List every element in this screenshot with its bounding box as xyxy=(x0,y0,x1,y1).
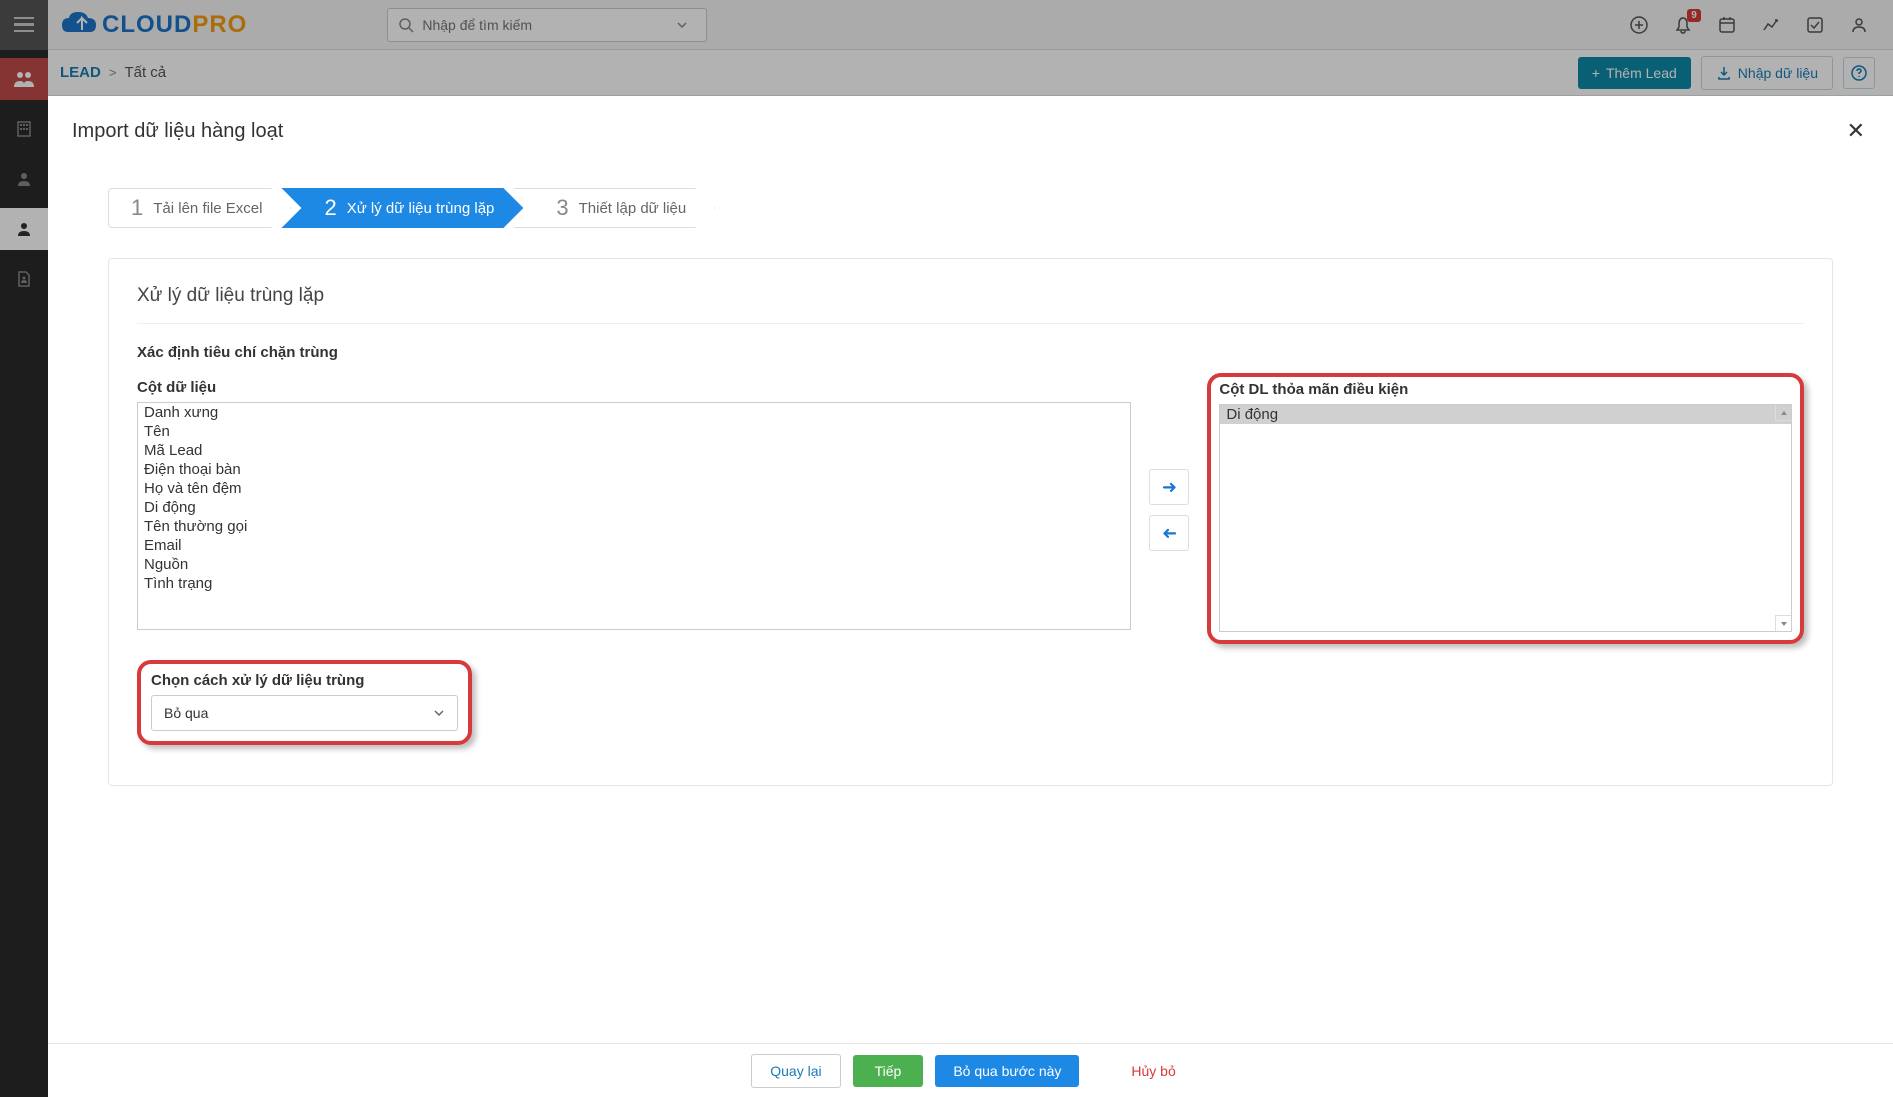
move-left-button[interactable]: ➜ xyxy=(1149,515,1189,551)
step1-label: Tải lên file Excel xyxy=(153,200,262,217)
list-item[interactable]: Di động xyxy=(138,498,1130,517)
modal-footer: Quay lại Tiếp Bỏ qua bước này Hủy bỏ xyxy=(48,1043,1893,1097)
panel-title: Xử lý dữ liệu trùng lặp xyxy=(137,285,1804,324)
selected-fields-label: Cột DL thỏa mãn điều kiện xyxy=(1219,381,1792,398)
list-item[interactable]: Danh xưng xyxy=(138,403,1130,422)
wizard-step-2[interactable]: 2 Xử lý dữ liệu trùng lặp xyxy=(281,188,523,228)
duplicate-handling-panel: Xử lý dữ liệu trùng lặp Xác định tiêu ch… xyxy=(108,258,1833,786)
list-item[interactable]: Điện thoại bàn xyxy=(138,460,1130,479)
list-item[interactable]: Tên xyxy=(138,422,1130,441)
step3-label: Thiết lập dữ liệu xyxy=(579,200,687,217)
step3-number: 3 xyxy=(556,195,568,221)
step2-number: 2 xyxy=(324,195,336,221)
step2-label: Xử lý dữ liệu trùng lặp xyxy=(347,200,495,217)
selected-fields-listbox[interactable]: Di động xyxy=(1219,404,1792,632)
list-item[interactable]: Tình trạng xyxy=(138,574,1130,593)
list-item[interactable]: Di động xyxy=(1220,405,1791,424)
available-fields-label: Cột dữ liệu xyxy=(137,379,1131,396)
available-fields-listbox[interactable]: Danh xưngTênMã LeadĐiện thoại bànHọ và t… xyxy=(137,402,1131,630)
scroll-up-icon[interactable] xyxy=(1775,405,1791,421)
list-item[interactable]: Email xyxy=(138,536,1130,555)
duplicate-handling-value: Bỏ qua xyxy=(164,705,208,721)
list-item[interactable]: Mã Lead xyxy=(138,441,1130,460)
wizard-steps: 1 Tải lên file Excel 2 Xử lý dữ liệu trù… xyxy=(48,158,1893,228)
field-transfer-row: Cột dữ liệu Danh xưngTênMã LeadĐiện thoạ… xyxy=(137,379,1804,644)
wizard-step-3[interactable]: 3 Thiết lập dữ liệu xyxy=(513,188,715,228)
duplicate-handling-select[interactable]: Bỏ qua xyxy=(151,695,458,731)
duplicate-handling-highlight: Chọn cách xử lý dữ liệu trùng Bỏ qua xyxy=(137,660,472,745)
cancel-button[interactable]: Hủy bỏ xyxy=(1117,1055,1189,1087)
criteria-label: Xác định tiêu chí chặn trùng xyxy=(137,344,1804,361)
next-button[interactable]: Tiếp xyxy=(853,1055,924,1087)
duplicate-handling-label: Chọn cách xử lý dữ liệu trùng xyxy=(151,672,458,689)
transfer-buttons: ➜ ➜ xyxy=(1149,379,1189,551)
import-modal: Import dữ liệu hàng loạt ✕ 1 Tải lên fil… xyxy=(48,96,1893,1097)
arrow-left-icon: ➜ xyxy=(1162,523,1177,544)
available-fields-column: Cột dữ liệu Danh xưngTênMã LeadĐiện thoạ… xyxy=(137,379,1131,630)
list-item[interactable]: Nguồn xyxy=(138,555,1130,574)
modal-header: Import dữ liệu hàng loạt ✕ xyxy=(48,96,1893,158)
skip-step-button[interactable]: Bỏ qua bước này xyxy=(935,1055,1079,1087)
step1-number: 1 xyxy=(131,195,143,221)
close-icon[interactable]: ✕ xyxy=(1843,114,1869,148)
list-item[interactable]: Tên thường gọi xyxy=(138,517,1130,536)
chevron-down-icon xyxy=(433,707,445,719)
selected-fields-column: Cột DL thỏa mãn điều kiện Di động xyxy=(1207,379,1804,644)
back-button[interactable]: Quay lại xyxy=(751,1054,840,1088)
modal-content: Xử lý dữ liệu trùng lặp Xác định tiêu ch… xyxy=(48,228,1893,786)
wizard-step-1[interactable]: 1 Tải lên file Excel xyxy=(108,188,291,228)
modal-title: Import dữ liệu hàng loạt xyxy=(72,120,283,143)
move-right-button[interactable]: ➜ xyxy=(1149,469,1189,505)
arrow-right-icon: ➜ xyxy=(1162,477,1177,498)
selected-fields-highlight: Cột DL thỏa mãn điều kiện Di động xyxy=(1207,373,1804,644)
scroll-down-icon[interactable] xyxy=(1775,615,1791,631)
list-item[interactable]: Họ và tên đệm xyxy=(138,479,1130,498)
